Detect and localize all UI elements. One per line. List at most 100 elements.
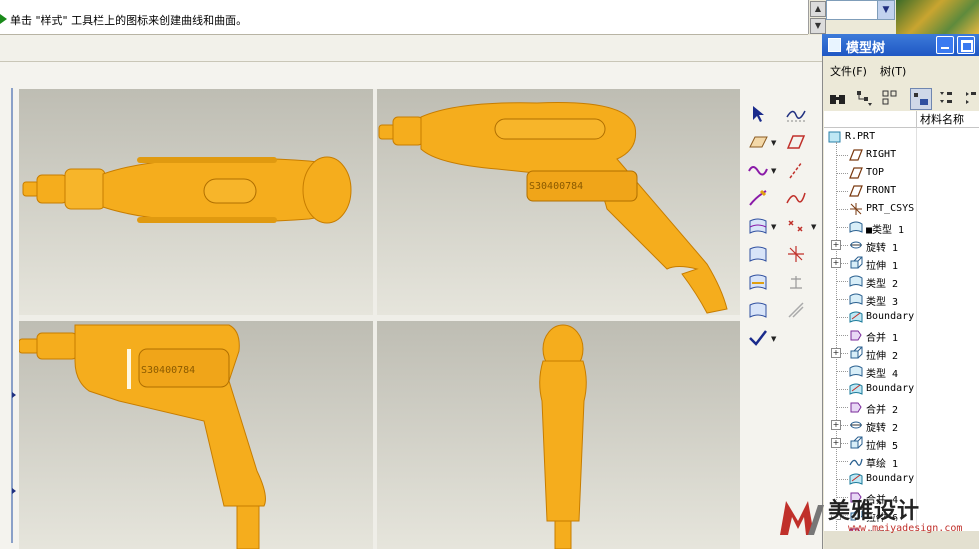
tree-item-label: 类型 4: [866, 369, 899, 380]
tree-item[interactable]: 合并 1: [824, 326, 916, 344]
boundary-blend-icon: [848, 381, 864, 397]
viewport-isometric[interactable]: S30400784: [377, 89, 740, 315]
datum-plane-tool-icon[interactable]: [785, 131, 807, 153]
menu-tree[interactable]: 树(T): [880, 63, 906, 79]
tree-item[interactable]: 草绘 1: [824, 452, 916, 470]
expand-plus-icon[interactable]: +: [831, 420, 841, 430]
viewport-side[interactable]: S30400784: [19, 321, 373, 549]
message-scrollbar[interactable]: ▲ ▼: [808, 0, 826, 34]
datum-plane-icon: [848, 147, 864, 163]
part-icon: [827, 129, 843, 145]
binoculars-icon[interactable]: [828, 88, 848, 108]
tree-connector: [836, 479, 848, 480]
tree-item-label: 类型 3: [866, 297, 899, 308]
viewport-top[interactable]: [19, 89, 373, 315]
sash-left-arrow-icon[interactable]: [12, 392, 16, 398]
collapse-tree-icon[interactable]: [962, 88, 979, 108]
tree-item-label: PRT_CSYS: [866, 203, 915, 214]
watermark: 美雅设计 www.meiyadesign.com: [778, 493, 979, 549]
tree-item-label: 旋转 1: [866, 243, 899, 254]
tree-item[interactable]: 类型 2: [824, 272, 916, 290]
tree-item[interactable]: 类型 3: [824, 290, 916, 308]
model-tree-toolbar: [822, 82, 979, 112]
style-feature-icon: [848, 291, 864, 307]
tree-item-label: 合并 1: [866, 333, 899, 344]
tree-item[interactable]: PRT_CSYS: [824, 200, 916, 218]
merge-icon: [848, 399, 864, 415]
sash-left-arrow-icon[interactable]: [12, 488, 16, 494]
axis-tool-icon: [785, 271, 807, 293]
tree-item[interactable]: + 旋转 1: [824, 236, 916, 254]
menu-file[interactable]: 文件(F): [830, 63, 867, 79]
tree-item[interactable]: FRONT: [824, 182, 916, 200]
tree-item[interactable]: + 旋转 2: [824, 416, 916, 434]
tree-settings-icon[interactable]: [910, 88, 932, 110]
tree-connector: [836, 281, 848, 282]
csys-tool-icon[interactable]: [785, 243, 807, 265]
tree-item[interactable]: RIGHT: [824, 146, 916, 164]
tree-filter-icon[interactable]: [854, 88, 874, 108]
model-tree-window-icon: [828, 38, 841, 52]
expand-plus-icon[interactable]: +: [831, 348, 841, 358]
curve-on-surface-icon[interactable]: [785, 103, 807, 125]
expand-plus-icon[interactable]: +: [831, 258, 841, 268]
viewport-divider-horizontal[interactable]: [19, 315, 740, 321]
model-tree-title: 模型树: [846, 41, 886, 56]
dropdown-caret-icon[interactable]: ▼: [771, 223, 776, 231]
model-tree-title-bar[interactable]: 模型树: [822, 34, 979, 56]
line-tool-icon[interactable]: [785, 159, 807, 181]
view-combo[interactable]: [826, 0, 878, 20]
surface-connect-icon[interactable]: [747, 243, 769, 265]
tree-item[interactable]: Boundary: [824, 308, 916, 326]
expand-plus-icon[interactable]: +: [831, 438, 841, 448]
curve-sketch-icon[interactable]: [785, 187, 807, 209]
tree-root[interactable]: R.PRT: [824, 128, 916, 146]
dropdown-caret-icon[interactable]: ▼: [771, 167, 776, 175]
chevron-down-icon[interactable]: ▼: [877, 0, 895, 20]
tree-connector: [836, 155, 848, 156]
expand-tree-icon[interactable]: [936, 88, 956, 108]
surface-icon[interactable]: [747, 215, 769, 237]
dropdown-caret-icon[interactable]: ▼: [811, 223, 816, 231]
extrude-icon: [848, 255, 864, 271]
datum-plane-icon: [848, 183, 864, 199]
create-curve-icon[interactable]: [747, 159, 769, 181]
revolve-icon: [848, 237, 864, 253]
tree-item[interactable]: + 拉伸 2: [824, 344, 916, 362]
scroll-down-button[interactable]: ▼: [810, 18, 826, 34]
tree-connector: [836, 371, 848, 372]
viewport-front[interactable]: [377, 321, 740, 549]
dropdown-caret-icon[interactable]: ▼: [771, 139, 776, 147]
message-arrow-icon: [0, 14, 7, 24]
tree-item[interactable]: ■类型 1: [824, 218, 916, 236]
edit-curve-icon[interactable]: [747, 187, 769, 209]
surface-edit-icon[interactable]: [747, 299, 769, 321]
tree-item[interactable]: TOP: [824, 164, 916, 182]
tree-item[interactable]: + 拉伸 5: [824, 434, 916, 452]
minimize-button[interactable]: [936, 36, 954, 54]
select-arrow-icon[interactable]: [747, 103, 769, 125]
model-tree: R.PRT RIGHT TOP FRONT PRT_CSYS ■类型 1 + 旋转 1 + 拉伸…: [824, 128, 979, 531]
tree-item[interactable]: 类型 4: [824, 362, 916, 380]
column-material-name[interactable]: 材料名称: [916, 111, 979, 127]
scroll-up-button[interactable]: ▲: [810, 1, 826, 17]
tree-item[interactable]: Boundary: [824, 470, 916, 488]
done-check-icon[interactable]: [747, 327, 769, 349]
drill-side-view: S30400784: [19, 324, 266, 549]
dropdown-caret-icon[interactable]: ▼: [771, 335, 776, 343]
surface-trim-icon[interactable]: [747, 271, 769, 293]
tree-item-label: 类型 2: [866, 279, 899, 290]
tree-item-label: 旋转 2: [866, 423, 899, 434]
tree-columns-icon[interactable]: [880, 88, 900, 108]
expand-plus-icon[interactable]: +: [831, 240, 841, 250]
dashboard-strip: [0, 35, 822, 62]
point-tool-icon[interactable]: [785, 215, 807, 237]
graphics-left-border: [11, 88, 13, 543]
tree-item[interactable]: 合并 2: [824, 398, 916, 416]
tree-item[interactable]: + 拉伸 1: [824, 254, 916, 272]
maximize-button[interactable]: [957, 36, 975, 54]
plane-grid-icon[interactable]: [747, 131, 769, 153]
tree-item[interactable]: Boundary: [824, 380, 916, 398]
thumbnail-image: [896, 0, 979, 34]
watermark-logo-icon: [778, 495, 826, 539]
